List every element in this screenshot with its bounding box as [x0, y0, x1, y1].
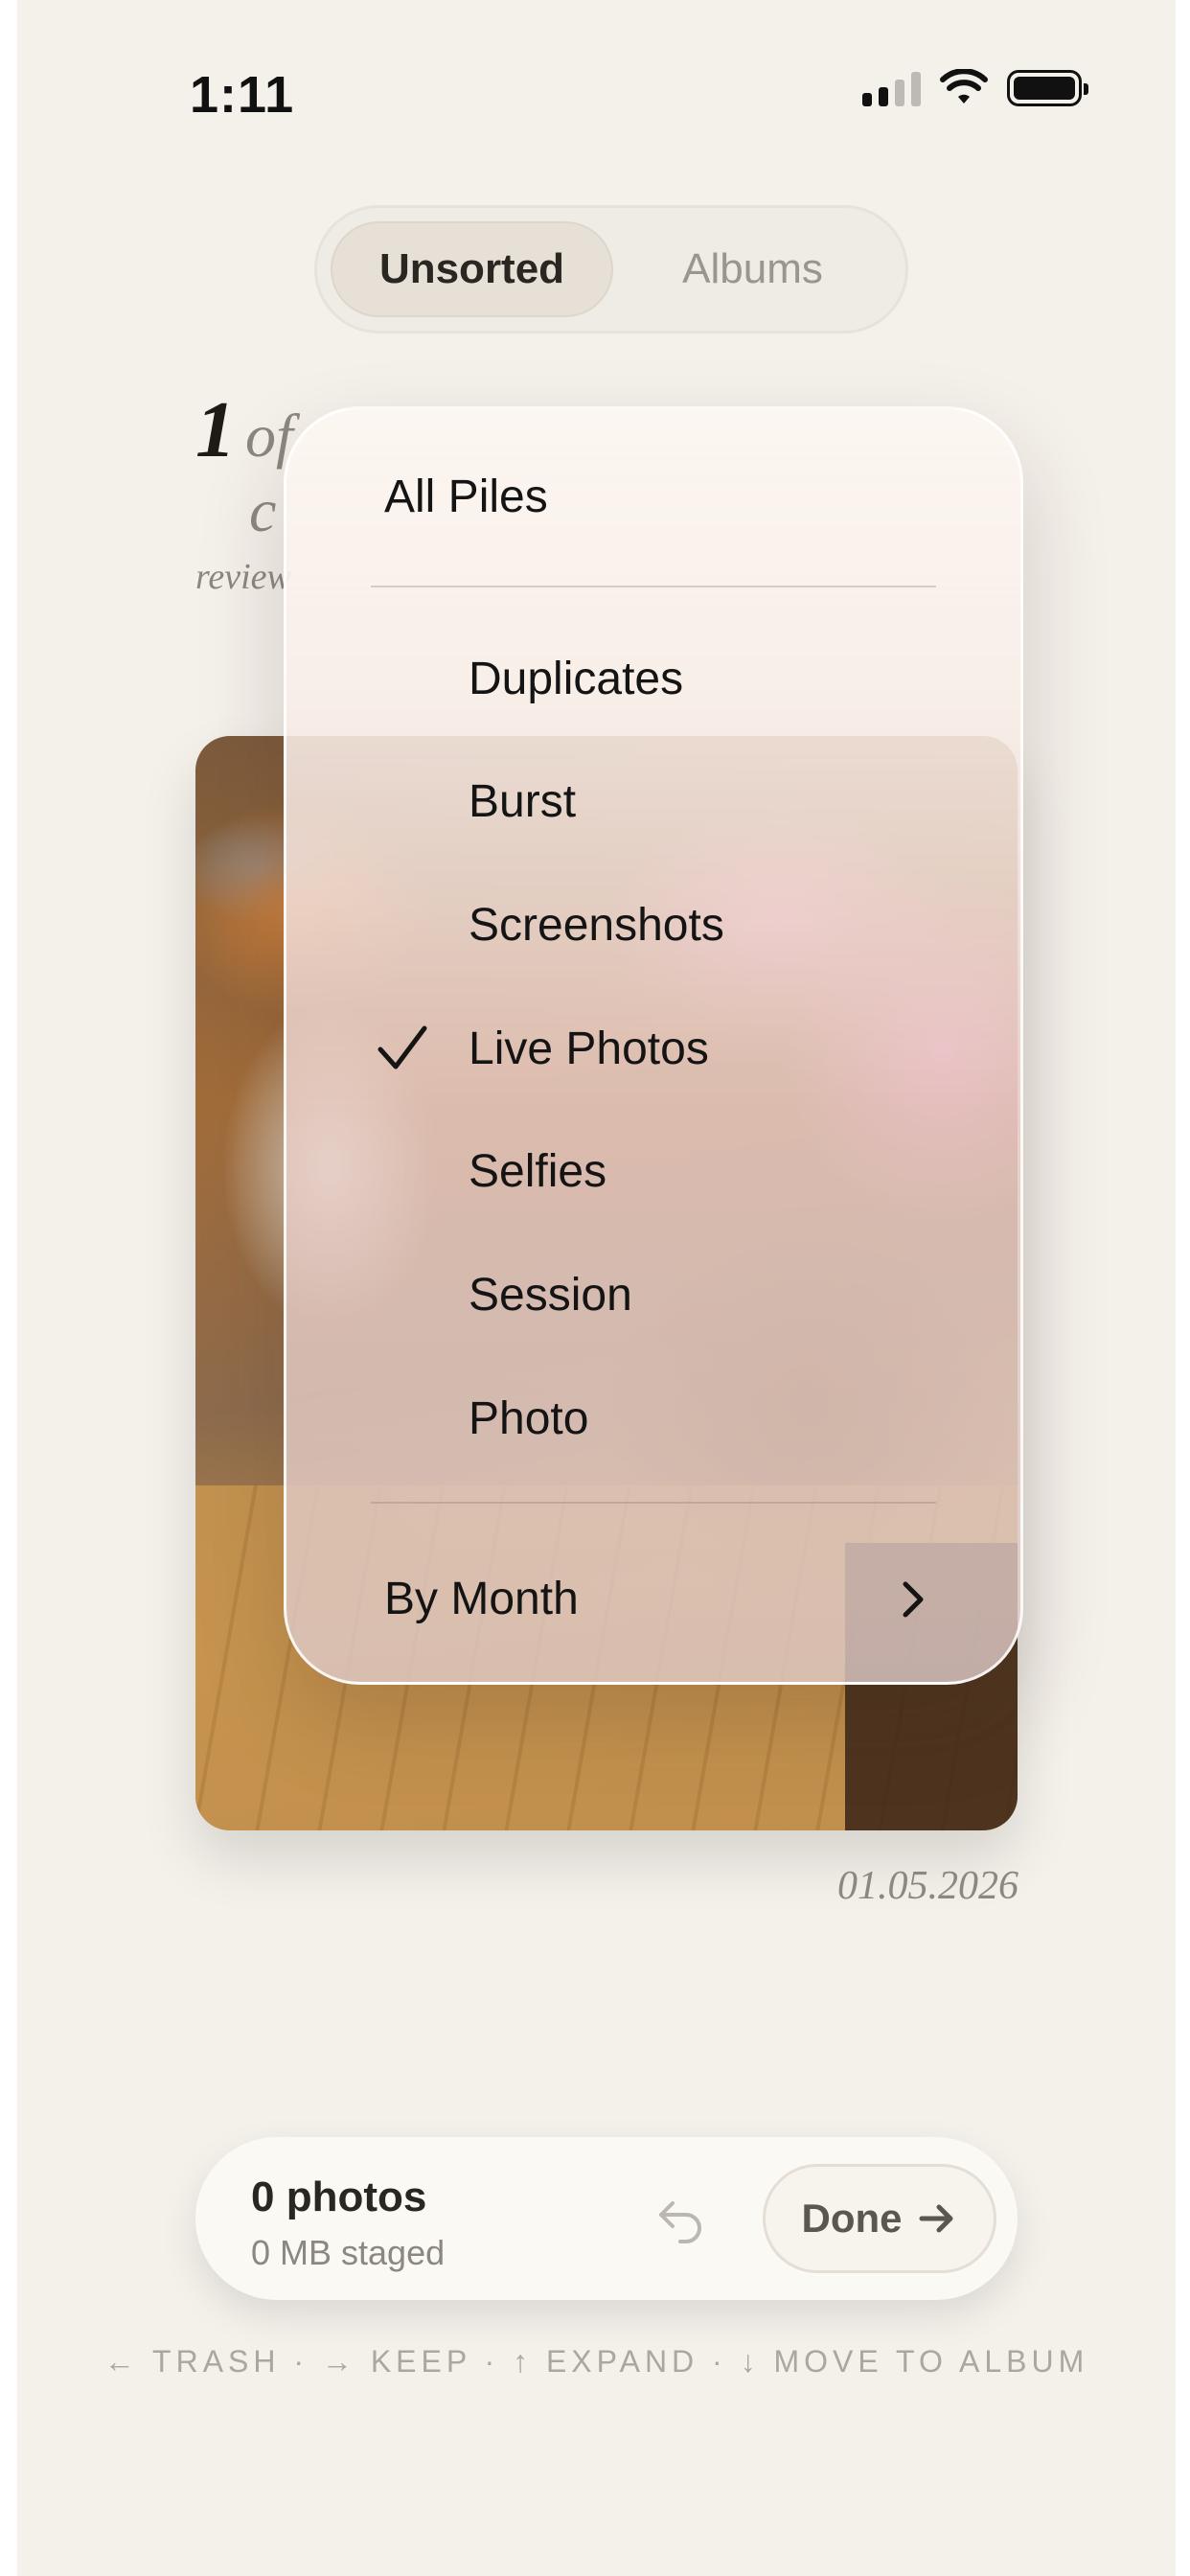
- staging-bar: 0 photos 0 MB staged Done: [195, 2137, 1018, 2300]
- tab-unsorted[interactable]: Unsorted: [331, 221, 613, 317]
- status-time: 1:11: [190, 66, 295, 124]
- menu-item-label: All Piles: [384, 471, 548, 522]
- menu-item-label: Burst: [469, 775, 577, 827]
- view-switcher: Unsorted Albums: [314, 205, 908, 334]
- cellular-signal-icon: [862, 70, 921, 106]
- photo-counter: 1 of c review: [195, 383, 293, 597]
- undo-icon[interactable]: [652, 2190, 709, 2247]
- counter-current: 1: [195, 385, 236, 474]
- menu-item-label: Session: [469, 1269, 632, 1321]
- chevron-right-icon: [903, 1581, 924, 1618]
- menu-item-by-month[interactable]: By Month: [286, 1555, 1020, 1642]
- menu-item-label: Photo: [469, 1392, 589, 1444]
- menu-item-screenshots[interactable]: Screenshots: [286, 882, 1020, 968]
- menu-item-label: Screenshots: [469, 899, 724, 951]
- menu-item-label: Selfies: [469, 1145, 607, 1197]
- menu-item-photo[interactable]: Photo: [286, 1375, 1020, 1461]
- done-button[interactable]: Done: [763, 2164, 996, 2273]
- staged-size: 0 MB staged: [251, 2233, 446, 2272]
- menu-item-label: Duplicates: [469, 653, 684, 704]
- menu-item-label: Live Photos: [469, 1023, 709, 1074]
- menu-item-session[interactable]: Session: [286, 1252, 1020, 1338]
- status-icons: [862, 69, 1088, 107]
- tab-albums[interactable]: Albums: [613, 221, 892, 317]
- app-screen: 1:11 Unsorted Albums 1 of c review 01.05.…: [17, 0, 1176, 2576]
- gesture-hint: ← TRASH · → KEEP · ↑ EXPAND · ↓ MOVE TO …: [103, 2344, 1089, 2379]
- staged-count: 0 photos: [251, 2174, 427, 2220]
- counter-subtitle: review: [195, 557, 291, 597]
- menu-item-all-piles[interactable]: All Piles: [286, 453, 1020, 540]
- menu-divider: [371, 1502, 936, 1504]
- menu-item-live-photos[interactable]: Live Photos: [286, 1005, 1020, 1092]
- done-label: Done: [801, 2196, 903, 2241]
- menu-item-duplicates[interactable]: Duplicates: [286, 635, 1020, 722]
- photo-date: 01.05.2026: [837, 1864, 1018, 1908]
- pile-filter-menu: All Piles Duplicates Burst Screenshots L…: [284, 406, 1023, 1685]
- battery-icon: [1007, 70, 1088, 106]
- menu-item-burst[interactable]: Burst: [286, 758, 1020, 844]
- menu-item-label: By Month: [384, 1573, 579, 1624]
- checkmark-icon: [378, 1025, 427, 1070]
- arrow-right-icon: [919, 2204, 952, 2233]
- counter-line2: c: [249, 476, 277, 544]
- menu-item-selfies[interactable]: Selfies: [286, 1128, 1020, 1214]
- menu-divider: [371, 586, 936, 587]
- wifi-icon: [940, 69, 988, 104]
